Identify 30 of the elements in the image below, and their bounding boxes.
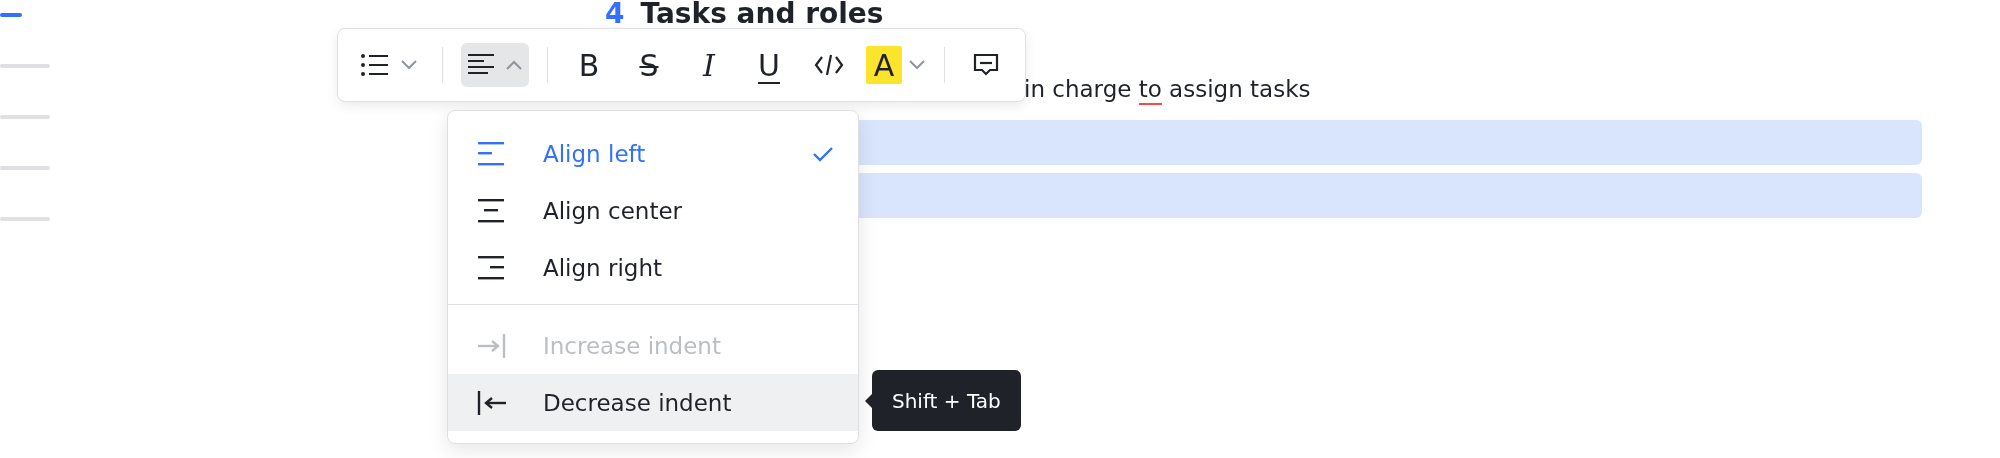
menu-item[interactable]: Decrease indent [448, 374, 858, 431]
highlight-button[interactable]: A [866, 46, 902, 84]
caret-icon [505, 59, 523, 71]
align-right-icon [477, 253, 507, 282]
check-icon [812, 145, 834, 162]
caret-icon [400, 59, 418, 71]
outline-marker[interactable] [0, 166, 50, 170]
bold-button[interactable]: B [566, 43, 612, 87]
strikethrough-button[interactable]: S [626, 43, 672, 87]
code-icon [814, 52, 844, 78]
menu-item[interactable]: Align right [448, 239, 858, 296]
outline-marker[interactable] [0, 13, 22, 17]
caret-icon[interactable] [908, 59, 926, 71]
menu-item[interactable]: Align center [448, 182, 858, 239]
menu-item[interactable]: Align left [448, 125, 858, 182]
shortcut-tooltip: Shift + Tab [872, 370, 1021, 431]
indent-icon [477, 331, 507, 360]
italic-button[interactable]: I [686, 43, 732, 87]
outline-marker[interactable] [0, 115, 50, 119]
list-icon [360, 52, 390, 78]
outline-marker[interactable] [0, 217, 50, 221]
align-center-icon [477, 196, 507, 225]
align-button[interactable] [461, 43, 529, 87]
outdent-icon [477, 388, 507, 417]
comment-icon [972, 52, 1000, 78]
underline-button[interactable]: U [746, 43, 792, 87]
outline-marker[interactable] [0, 64, 50, 68]
heading-number: 4 [605, 0, 625, 28]
align-left-icon [477, 139, 507, 168]
heading-title: Tasks and roles [640, 0, 884, 28]
